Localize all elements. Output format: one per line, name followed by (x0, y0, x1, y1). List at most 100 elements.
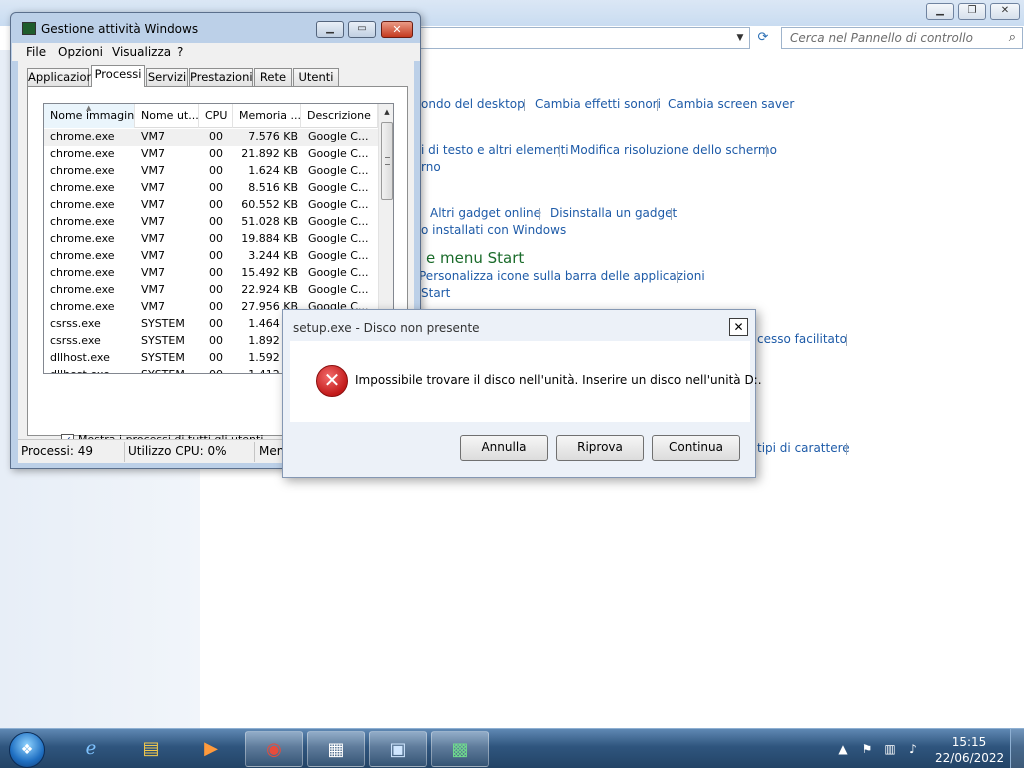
cell-image-name: chrome.exe (50, 300, 115, 313)
cell-memory: 1.624 KB (248, 164, 298, 177)
table-row[interactable]: chrome.exe VM7 00 21.892 KB Google C... (44, 146, 378, 163)
search-placeholder: Cerca nel Pannello di controllo (790, 31, 973, 45)
cell-cpu: 00 (209, 283, 223, 296)
table-row[interactable]: chrome.exe VM7 00 3.244 KB Google C... (44, 248, 378, 265)
cell-memory: 7.576 KB (248, 130, 298, 143)
cell-user-name: VM7 (141, 147, 166, 160)
tab-network[interactable]: Rete (254, 68, 292, 86)
tab-applications[interactable]: Applicazioni (27, 68, 97, 86)
status-processes: Processi: 49 (21, 444, 93, 458)
table-row[interactable]: chrome.exe VM7 00 60.552 KB Google C... (44, 197, 378, 214)
cell-cpu: 00 (209, 232, 223, 245)
cp-restore-button[interactable]: ❐ (958, 3, 986, 20)
cp-link-ease-of-access[interactable]: cesso facilitato (757, 332, 847, 346)
cp-close-button[interactable]: ✕ (990, 3, 1020, 20)
cell-memory: 51.028 KB (241, 215, 298, 228)
column-header-image-name[interactable]: ▲ Nome immagine (44, 104, 135, 128)
control-panel-icon[interactable]: ▣ (369, 731, 427, 767)
search-input[interactable]: Cerca nel Pannello di controllo ⌕ (781, 27, 1023, 49)
cp-link-gadgets-online[interactable]: Altri gadget online (430, 206, 541, 220)
setup-window-icon[interactable]: ▦ (307, 731, 365, 767)
tm-menubar: File Opzioni Visualizza ? (12, 43, 420, 61)
cp-link-uninstall-gadget[interactable]: Disinstalla un gadget (550, 206, 677, 220)
cp-link-start[interactable]: Start (421, 286, 450, 300)
cp-link-fonts[interactable]: tipi di carattere (757, 441, 850, 455)
table-row[interactable]: chrome.exe VM7 00 15.492 KB Google C... (44, 265, 378, 282)
table-row[interactable]: chrome.exe VM7 00 8.516 KB Google C... (44, 180, 378, 197)
cp-link-desktop-background[interactable]: ondo del desktop (421, 97, 525, 111)
task-manager-taskbar-icon[interactable]: ▩ (431, 731, 489, 767)
column-header-cpu[interactable]: CPU (199, 104, 233, 128)
retry-button[interactable]: Riprova (556, 435, 644, 461)
tm-maximize-button[interactable]: ▭ (348, 21, 376, 38)
column-header-user-name[interactable]: Nome ut... (135, 104, 199, 128)
menu-options[interactable]: Opzioni (58, 45, 103, 59)
start-button[interactable]: ❖ (9, 732, 45, 768)
link-separator (559, 145, 560, 157)
volume-muted-icon[interactable]: ♪ (905, 742, 921, 756)
cp-link-taskbar-icons[interactable]: Personalizza icone sulla barra delle app… (419, 269, 705, 283)
continue-button[interactable]: Continua (652, 435, 740, 461)
dialog-close-button[interactable]: ✕ (729, 318, 748, 336)
status-separator (254, 442, 255, 462)
tm-close-button[interactable]: ✕ (381, 21, 413, 38)
cp-heading-taskbar-start[interactable]: e menu Start (426, 249, 524, 267)
refresh-icon[interactable]: ⟳ (750, 26, 776, 50)
address-dropdown-icon[interactable]: ▼ (732, 28, 748, 48)
dialog-message: Impossibile trovare il disco nell'unità.… (355, 373, 762, 387)
menu-help[interactable]: ? (177, 45, 183, 59)
cp-link-installed-gadgets[interactable]: o installati con Windows (421, 223, 566, 237)
cell-user-name: VM7 (141, 215, 166, 228)
cell-description: Google C... (308, 215, 369, 228)
menu-file[interactable]: File (26, 45, 46, 59)
task-manager-icon (22, 22, 36, 35)
table-row[interactable]: chrome.exe VM7 00 51.028 KB Google C... (44, 214, 378, 231)
cp-link-external[interactable]: rno (421, 160, 441, 174)
table-row[interactable]: chrome.exe VM7 00 1.624 KB Google C... (44, 163, 378, 180)
action-center-flag-icon[interactable]: ⚑ (859, 742, 875, 756)
cell-image-name: chrome.exe (50, 164, 115, 177)
table-row[interactable]: chrome.exe VM7 00 19.884 KB Google C... (44, 231, 378, 248)
scroll-up-icon[interactable]: ▲ (379, 104, 393, 120)
cp-link-sound-effects[interactable]: Cambia effetti sonori (535, 97, 661, 111)
file-explorer-icon[interactable]: ▤ (122, 731, 180, 767)
clock-date[interactable]: 22/06/2022 (935, 751, 1004, 765)
cell-cpu: 00 (209, 147, 223, 160)
cell-user-name: SYSTEM (141, 368, 197, 373)
tab-performance[interactable]: Prestazioni (189, 68, 253, 86)
cancel-button[interactable]: Annulla (460, 435, 548, 461)
cp-link-text-size[interactable]: i di testo e altri elementi (421, 143, 569, 157)
cp-link-screen-saver[interactable]: Cambia screen saver (668, 97, 794, 111)
cell-description: Google C... (308, 130, 369, 143)
tm-minimize-button[interactable]: ▁ (316, 21, 344, 38)
chrome-icon[interactable]: ◉ (245, 731, 303, 767)
internet-explorer-icon[interactable]: ℯ (62, 731, 120, 767)
column-header-description[interactable]: Descrizione (301, 104, 378, 128)
cp-link-screen-resolution[interactable]: Modifica risoluzione dello schermo (570, 143, 777, 157)
menu-view[interactable]: Visualizza (112, 45, 171, 59)
column-header-memory[interactable]: Memoria ... (233, 104, 301, 128)
cell-cpu: 00 (209, 181, 223, 194)
cp-minimize-button[interactable]: ▁ (926, 3, 954, 20)
cell-memory: 21.892 KB (241, 147, 298, 160)
cell-user-name: VM7 (141, 198, 166, 211)
tab-processes[interactable]: Processi (91, 65, 145, 87)
scrollbar-thumb[interactable] (381, 122, 393, 200)
table-row[interactable]: chrome.exe VM7 00 22.924 KB Google C... (44, 282, 378, 299)
clock-time[interactable]: 15:15 (935, 735, 1003, 749)
table-row[interactable]: chrome.exe VM7 00 7.576 KB Google C... (44, 129, 378, 146)
tab-services[interactable]: Servizi (146, 68, 188, 86)
cell-image-name: chrome.exe (50, 283, 115, 296)
cell-image-name: csrss.exe (50, 334, 101, 347)
network-icon[interactable]: ▥ (882, 742, 898, 756)
show-desktop-button[interactable] (1010, 729, 1024, 768)
cell-memory: 3.244 KB (248, 249, 298, 262)
media-player-icon[interactable]: ▶ (182, 731, 240, 767)
cell-memory: 60.552 KB (241, 198, 298, 211)
cell-user-name: SYSTEM (141, 334, 185, 347)
cell-cpu: 00 (209, 317, 223, 330)
show-hidden-icons-icon[interactable]: ▲ (835, 742, 851, 756)
search-icon[interactable]: ⌕ (1009, 30, 1016, 45)
tab-users[interactable]: Utenti (293, 68, 339, 86)
cell-cpu: 00 (209, 130, 223, 143)
